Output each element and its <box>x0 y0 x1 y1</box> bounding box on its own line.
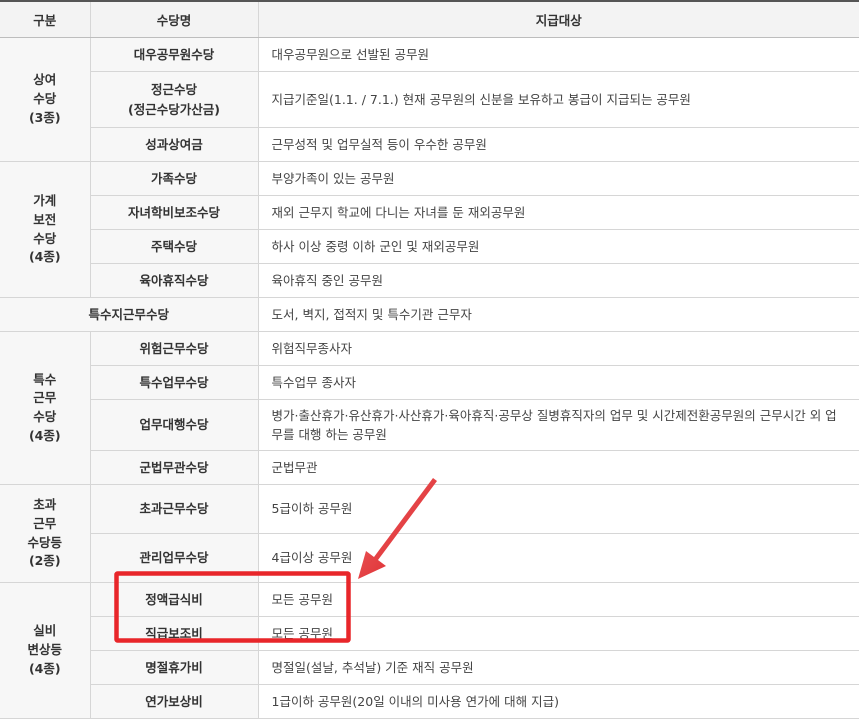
allowance-target: 모든 공무원 <box>257 616 859 651</box>
allowance-name: 위험근무수당 <box>89 331 258 366</box>
group-label-line: 수당 <box>33 230 57 246</box>
table-row: 업무대행수당 병가·출산휴가·유산휴가·사산휴가·육아휴직·공무상 질병휴직자의… <box>0 399 859 451</box>
allowance-target: 대우공무원으로 선발된 공무원 <box>257 37 859 72</box>
table-row: 육아휴직수당 육아휴직 중인 공무원 <box>0 263 859 298</box>
table-row: 명절휴가비 명절일(설날, 추석날) 기준 재직 공무원 <box>0 650 859 685</box>
allowance-target: 위험직무종사자 <box>257 331 859 366</box>
group-label-line: 수당 <box>33 409 57 424</box>
group-label-line: 가계 <box>33 193 57 208</box>
group-label-line: (4종) <box>28 249 61 265</box>
group-label-line: 근무 <box>33 390 57 406</box>
allowance-target: 군법무관 <box>257 450 859 485</box>
allowance-target: 부양가족이 있는 공무원 <box>257 161 859 196</box>
allowance-name: 관리업무수당 <box>89 533 258 583</box>
table-row: 관리업무수당 4급이상 공무원 <box>0 533 859 583</box>
header-category: 구분 <box>0 0 90 38</box>
allowance-name: 명절휴가비 <box>89 650 258 685</box>
allowance-name: 특수업무수당 <box>89 365 258 400</box>
allowance-target: 모든 공무원 <box>257 582 859 617</box>
group-label-line: (4종) <box>28 660 61 676</box>
allowance-name: 가족수당 <box>89 161 258 196</box>
table-row: 특수업무수당 특수업무 종사자 <box>0 365 859 400</box>
table-row: 자녀학비보조수당 재외 근무지 학교에 다니는 자녀를 둔 재외공무원 <box>0 195 859 230</box>
header-target: 지급대상 <box>257 0 859 38</box>
table-row: 주택수당 하사 이상 중령 이하 군인 및 재외공무원 <box>0 229 859 264</box>
allowance-target: 하사 이상 중령 이하 군인 및 재외공무원 <box>257 229 859 264</box>
allowance-name-main: 정근수당 <box>150 82 197 98</box>
allowance-target: 병가·출산휴가·유산휴가·사산휴가·육아휴직·공무상 질병휴직자의 업무 및 시… <box>257 399 859 451</box>
allowance-name: 주택수당 <box>89 229 258 264</box>
header-allowance-name: 수당명 <box>89 0 258 38</box>
allowance-name: 성과상여금 <box>89 127 258 162</box>
group-label-line: 변상등 <box>27 642 62 658</box>
group-label-line: (2종) <box>28 553 61 569</box>
table-row: 상여 수당 (3종) 대우공무원수당 대우공무원으로 선발된 공무원 <box>0 37 859 162</box>
table-row: 성과상여금 근무성적 및 업무실적 등이 우수한 공무원 <box>0 127 859 162</box>
allowance-table: 구분 수당명 지급대상 상여 수당 (3종) 대우공무원수당 대우공무원으로 선… <box>0 0 859 719</box>
allowance-name: 자녀학비보조수당 <box>89 195 258 230</box>
allowance-name: 대우공무원수당 <box>89 37 258 72</box>
table-row: 군법무관수당 군법무관 <box>0 450 859 485</box>
group-label-line: 특수 <box>33 371 57 387</box>
group-label-line: 수당등 <box>27 534 62 550</box>
allowance-name: 정액급식비 <box>89 582 258 617</box>
group-label-line: 보전 <box>33 211 57 227</box>
group-label-line: 상여 <box>33 72 57 88</box>
table-row: 특수 근무 수당 (4종) 위험근무수당 위험직무종사자 <box>0 331 859 485</box>
group-special-duty-allowance: 특수 근무 수당 (4종) <box>0 331 90 485</box>
allowance-target: 명절일(설날, 추석날) 기준 재직 공무원 <box>257 650 859 685</box>
header-row: 구분 수당명 지급대상 <box>0 0 859 38</box>
group-label-line: (3종) <box>28 109 61 125</box>
allowance-name: 직급보조비 <box>89 616 258 651</box>
table-row: 가계 보전 수당 (4종) 가족수당 부양가족이 있는 공무원 <box>0 161 859 298</box>
table-row: 정근수당 (정근수당가산금) 지급기준일(1.1. / 7.1.) 현재 공무원… <box>0 71 859 128</box>
allowance-name: 정근수당 (정근수당가산금) <box>89 71 258 128</box>
table-row: 특수지근무수당 도서, 벽지, 접적지 및 특수기관 근무자 <box>0 297 859 332</box>
allowance-name: 군법무관수당 <box>89 450 258 485</box>
table-row: 직급보조비 모든 공무원 <box>0 616 859 651</box>
group-label-line: 수당 <box>33 91 57 107</box>
table-row: 초과 근무 수당등 (2종) 초과근무수당 5급이하 공무원 <box>0 484 859 583</box>
allowance-target: 지급기준일(1.1. / 7.1.) 현재 공무원의 신분을 보유하고 봉급이 … <box>257 71 859 128</box>
group-label-line: (4종) <box>28 427 61 443</box>
group-household-allowance: 가계 보전 수당 (4종) <box>0 161 90 298</box>
group-expense-allowance: 실비 변상등 (4종) <box>0 582 90 719</box>
allowance-target: 특수업무 종사자 <box>257 365 859 400</box>
allowance-target: 재외 근무지 학교에 다니는 자녀를 둔 재외공무원 <box>257 195 859 230</box>
allowance-target: 5급이하 공무원 <box>257 484 859 534</box>
allowance-name: 연가보상비 <box>89 684 258 719</box>
allowance-target: 근무성적 및 업무실적 등이 우수한 공무원 <box>257 127 859 162</box>
table-row: 실비 변상등 (4종) 정액급식비 모든 공무원 <box>0 582 859 719</box>
allowance-target: 4급이상 공무원 <box>257 533 859 583</box>
allowance-name: 업무대행수당 <box>89 399 258 451</box>
group-label-line: 근무 <box>33 515 57 531</box>
allowance-name: 육아휴직수당 <box>89 263 258 298</box>
group-bonus-allowance: 상여 수당 (3종) <box>0 37 90 162</box>
group-label-line: 초과 <box>33 497 57 512</box>
group-overtime-allowance: 초과 근무 수당등 (2종) <box>0 484 90 583</box>
allowance-name: 특수지근무수당 <box>0 297 258 332</box>
allowance-name-sub: (정근수당가산금) <box>128 101 220 117</box>
allowance-target: 육아휴직 중인 공무원 <box>257 263 859 298</box>
table-row: 연가보상비 1급이하 공무원(20일 이내의 미사용 연가에 대해 지급) <box>0 684 859 719</box>
allowance-target: 1급이하 공무원(20일 이내의 미사용 연가에 대해 지급) <box>257 684 859 719</box>
group-label-line: 실비 <box>33 623 57 639</box>
allowance-target: 도서, 벽지, 접적지 및 특수기관 근무자 <box>257 297 859 332</box>
allowance-name: 초과근무수당 <box>89 484 258 534</box>
